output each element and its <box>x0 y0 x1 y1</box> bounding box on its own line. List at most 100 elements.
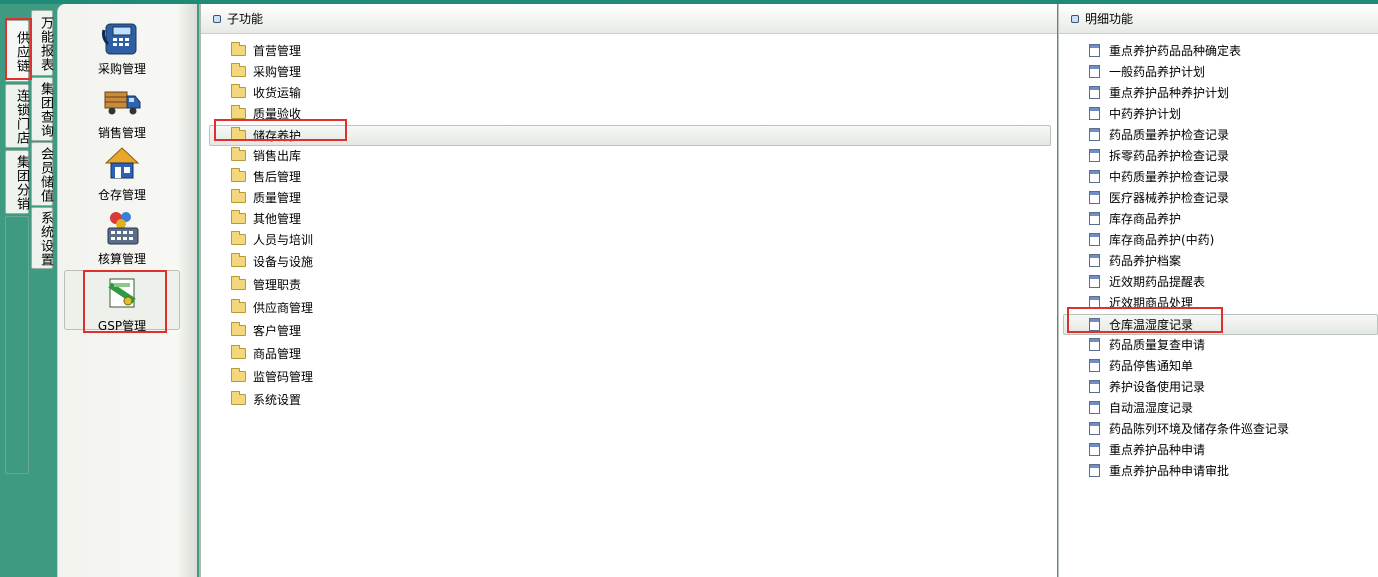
document-icon <box>1089 464 1100 477</box>
document-icon <box>1089 338 1100 351</box>
sub-function-label: 系统设置 <box>253 393 302 407</box>
sub-function-item[interactable]: 首营管理 <box>201 41 1057 62</box>
module-warehouse[interactable]: 仓存管理 <box>64 144 180 204</box>
detail-function-item[interactable]: 自动温湿度记录 <box>1059 398 1378 419</box>
sub-function-label: 储存养护 <box>253 129 302 143</box>
sub-function-item[interactable]: 管理职责 <box>201 275 1057 296</box>
detail-function-item[interactable]: 近效期商品处理 <box>1059 293 1378 314</box>
tab-chain-stores[interactable]: 连锁门店 <box>5 84 29 148</box>
detail-function-item[interactable]: 药品质量复查申请 <box>1059 335 1378 356</box>
sub-function-label: 供应商管理 <box>253 301 314 315</box>
detail-function-label: 重点养护药品品种确定表 <box>1109 44 1242 58</box>
sub-function-item[interactable]: 监管码管理 <box>201 367 1057 388</box>
sub-function-label: 收货运输 <box>253 86 302 100</box>
sub-function-item[interactable]: 质量验收 <box>201 104 1057 125</box>
panel-header-icon <box>1071 14 1079 23</box>
module-purchase[interactable]: 采购管理 <box>64 18 180 78</box>
module-column: 采购管理 销售管理 仓存管理 核算管理 GSP管理 <box>57 4 197 577</box>
detail-function-label: 一般药品养护计划 <box>1109 65 1206 79</box>
detail-function-item[interactable]: 拆零药品养护检查记录 <box>1059 146 1378 167</box>
calculator-icon <box>107 212 139 245</box>
sub-function-item[interactable]: 质量管理 <box>201 188 1057 209</box>
detail-function-label: 养护设备使用记录 <box>1109 380 1206 394</box>
detail-function-item[interactable]: 药品陈列环境及储存条件巡查记录 <box>1059 419 1378 440</box>
detail-function-item[interactable]: 重点养护品种申请 <box>1059 440 1378 461</box>
folder-icon <box>231 322 246 336</box>
detail-function-label: 拆零药品养护检查记录 <box>1109 149 1230 163</box>
document-icon <box>1089 254 1100 267</box>
sub-function-label: 人员与培训 <box>253 233 314 247</box>
folder-icon <box>231 84 246 98</box>
detail-function-item[interactable]: 库存商品养护(中药) <box>1059 230 1378 251</box>
module-accounting[interactable]: 核算管理 <box>64 208 180 268</box>
module-accounting-label: 核算管理 <box>97 252 146 266</box>
document-icon <box>1089 170 1100 183</box>
purchase-terminal-icon <box>102 23 137 55</box>
document-icon <box>1089 359 1100 372</box>
module-gsp[interactable]: GSP管理 <box>64 270 180 333</box>
detail-function-item[interactable]: 重点养护药品品种确定表 <box>1059 41 1378 62</box>
detail-function-label: 重点养护品种养护计划 <box>1109 86 1230 100</box>
detail-function-label: 库存商品养护(中药) <box>1109 233 1215 247</box>
detail-function-item[interactable]: 中药质量养护检查记录 <box>1059 167 1378 188</box>
detail-function-item[interactable]: 重点养护品种申请审批 <box>1059 461 1378 482</box>
sub-function-item[interactable]: 系统设置 <box>201 390 1057 411</box>
module-sales[interactable]: 销售管理 <box>64 82 180 142</box>
document-icon <box>1089 107 1100 120</box>
tab-system-settings[interactable]: 系统设置 <box>31 207 53 269</box>
detail-function-label: 库存商品养护 <box>1109 212 1182 226</box>
sub-function-item[interactable]: 供应商管理 <box>201 298 1057 319</box>
document-icon <box>1089 380 1100 393</box>
folder-icon <box>231 391 246 405</box>
document-icon <box>1089 401 1100 414</box>
tab-supply-chain[interactable]: 供应链 <box>5 20 29 82</box>
sub-function-label: 质量管理 <box>253 191 302 205</box>
detail-function-label: 近效期药品提醒表 <box>1109 275 1206 289</box>
detail-function-label: 中药质量养护检查记录 <box>1109 170 1230 184</box>
sub-function-item[interactable]: 其他管理 <box>201 209 1057 230</box>
detail-function-item[interactable]: 养护设备使用记录 <box>1059 377 1378 398</box>
tab-group-distribution[interactable]: 集团分销 <box>5 150 29 214</box>
tab-group-query[interactable]: 集团查询 <box>31 77 53 141</box>
folder-icon <box>231 147 246 161</box>
detail-function-item[interactable]: 近效期药品提醒表 <box>1059 272 1378 293</box>
folder-icon <box>231 189 246 203</box>
detail-function-label: 药品质量复查申请 <box>1109 338 1206 352</box>
document-icon <box>1089 443 1100 456</box>
delivery-truck-icon <box>104 91 141 115</box>
left-tab-empty-area <box>5 216 29 474</box>
detail-function-item[interactable]: 一般药品养护计划 <box>1059 62 1378 83</box>
sub-function-item[interactable]: 储存养护 <box>209 125 1051 146</box>
detail-function-item[interactable]: 药品质量养护检查记录 <box>1059 125 1378 146</box>
sub-function-label: 采购管理 <box>253 65 302 79</box>
sub-function-item[interactable]: 收货运输 <box>201 83 1057 104</box>
sub-function-panel: 子功能 首营管理采购管理收货运输质量验收储存养护销售出库 售后管理质量管理其他管理… <box>199 4 1057 577</box>
sub-function-label: 其他管理 <box>253 212 302 226</box>
document-icon <box>1089 128 1100 141</box>
sub-function-header: 子功能 <box>201 4 1057 34</box>
sub-function-item[interactable]: 人员与培训 <box>201 230 1057 251</box>
sub-function-item[interactable]: 商品管理 <box>201 344 1057 365</box>
detail-function-item[interactable]: 医疗器械养护检查记录 <box>1059 188 1378 209</box>
detail-function-item[interactable]: 中药养护计划 <box>1059 104 1378 125</box>
sub-function-item[interactable]: 售后管理 <box>201 167 1057 188</box>
sub-function-title: 子功能 <box>227 12 264 26</box>
detail-function-item[interactable]: 重点养护品种养护计划 <box>1059 83 1378 104</box>
tab-universal-reports[interactable]: 万能报表 <box>31 10 53 76</box>
detail-function-label: 仓库温湿度记录 <box>1109 318 1194 332</box>
detail-function-item[interactable]: 药品停售通知单 <box>1059 356 1378 377</box>
folder-icon <box>231 231 246 245</box>
sub-function-item[interactable]: 采购管理 <box>201 62 1057 83</box>
tab-group-distribution-label: 集团分销 <box>14 155 29 211</box>
detail-function-item[interactable]: 仓库温湿度记录 <box>1063 314 1378 335</box>
sub-function-item[interactable]: 销售出库 <box>201 146 1057 167</box>
tab-member-stored-value-label: 会员储值 <box>38 147 53 203</box>
document-icon <box>1089 212 1100 225</box>
tab-member-stored-value[interactable]: 会员储值 <box>31 142 53 206</box>
sub-function-item[interactable]: 客户管理 <box>201 321 1057 342</box>
detail-function-item[interactable]: 库存商品养护 <box>1059 209 1378 230</box>
sub-function-item[interactable]: 设备与设施 <box>201 252 1057 273</box>
tab-group-query-label: 集团查询 <box>38 82 53 138</box>
folder-icon <box>231 276 246 290</box>
detail-function-item[interactable]: 药品养护档案 <box>1059 251 1378 272</box>
